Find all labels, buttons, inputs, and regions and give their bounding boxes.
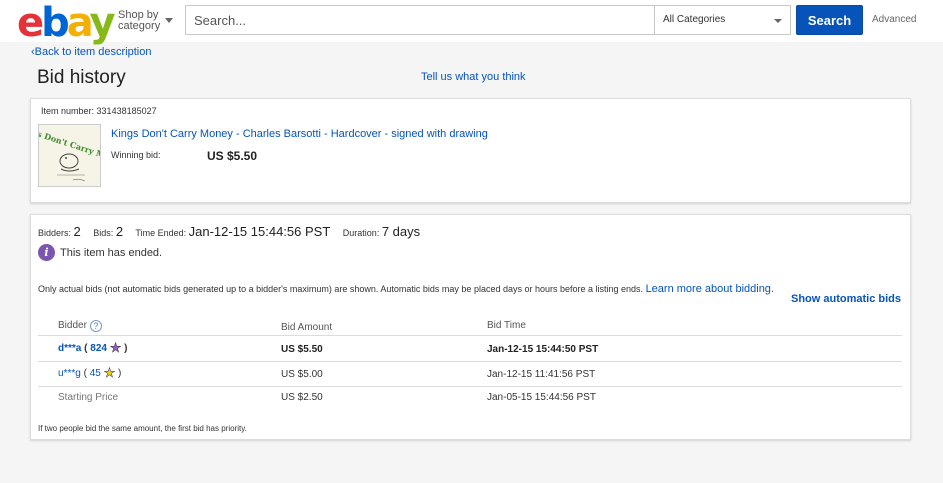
item-ended-message: This item has ended. bbox=[60, 247, 163, 259]
page-title: Bid history bbox=[37, 67, 126, 88]
purple-star-icon: ★ bbox=[109, 340, 122, 355]
bidder-name-link[interactable]: u***g bbox=[58, 368, 81, 379]
show-automatic-bids-link[interactable]: Show automatic bids bbox=[791, 293, 901, 305]
info-icon: i bbox=[38, 244, 55, 261]
bid-stats: Bidders: 2 Bids: 2 Time Ended: Jan-12-15… bbox=[38, 224, 421, 239]
amount-column-header: Bid Amount bbox=[281, 322, 333, 333]
bidder-column-header: Bidder? bbox=[58, 320, 102, 332]
feedback-score-link[interactable]: 45 bbox=[90, 368, 101, 379]
bid-amount: US $5.50 bbox=[281, 344, 323, 355]
chevron-down-icon[interactable] bbox=[165, 18, 173, 23]
item-title-link[interactable]: Kings Don't Carry Money - Charles Barsot… bbox=[111, 128, 488, 140]
feedback-link[interactable]: Tell us what you think bbox=[421, 71, 526, 83]
yellow-star-icon: ★ bbox=[103, 365, 116, 380]
winning-bid-value: US $5.50 bbox=[207, 149, 258, 163]
item-summary-card: Item number: 331438185027 Kings Don't Ca… bbox=[30, 98, 911, 203]
chevron-down-icon bbox=[774, 19, 782, 23]
divider bbox=[38, 361, 902, 362]
learn-more-link[interactable]: Learn more about bidding. bbox=[646, 283, 774, 295]
search-button[interactable]: Search bbox=[796, 5, 863, 35]
bid-amount: US $5.00 bbox=[281, 369, 323, 380]
bid-time: Jan-05-15 15:44:56 PST bbox=[487, 392, 596, 403]
bid-time: Jan-12-15 11:41:56 PST bbox=[487, 369, 596, 380]
book-cover-drawing: Kings Don't Carry Money bbox=[39, 125, 100, 186]
header-bar: ebay Shop by category All Categories Sea… bbox=[0, 0, 943, 45]
winning-bid-label: Winning bid: bbox=[111, 150, 161, 160]
bid-history-card: Bidders: 2 Bids: 2 Time Ended: Jan-12-15… bbox=[30, 214, 911, 440]
back-to-item-link[interactable]: ‹Back to item description bbox=[31, 46, 151, 58]
table-row: u***g ( 45 ★ ) bbox=[58, 365, 122, 380]
table-row: d***a ( 824 ★ ) bbox=[58, 340, 128, 355]
divider bbox=[38, 335, 902, 336]
help-icon[interactable]: ? bbox=[89, 320, 102, 332]
item-thumbnail[interactable]: Kings Don't Carry Money bbox=[38, 124, 101, 187]
divider bbox=[38, 386, 902, 387]
feedback-score-link[interactable]: 824 bbox=[90, 343, 107, 354]
shop-by-category-button[interactable]: Shop by category bbox=[118, 10, 160, 32]
starting-price-label: Starting Price bbox=[58, 392, 119, 403]
bidder-name-link[interactable]: d***a bbox=[58, 343, 81, 354]
category-select[interactable]: All Categories bbox=[655, 5, 791, 35]
advanced-search-link[interactable]: Advanced bbox=[872, 14, 916, 25]
priority-note: If two people bid the same amount, the f… bbox=[38, 424, 247, 433]
ebay-logo[interactable]: ebay bbox=[17, 1, 116, 45]
bid-time: Jan-12-15 15:44:50 PST bbox=[487, 344, 599, 355]
bids-note: Only actual bids (not automatic bids gen… bbox=[38, 283, 774, 295]
bid-amount: US $2.50 bbox=[281, 392, 323, 403]
time-column-header: Bid Time bbox=[487, 320, 526, 331]
item-number: Item number: 331438185027 bbox=[41, 106, 157, 116]
search-input[interactable] bbox=[185, 5, 655, 35]
